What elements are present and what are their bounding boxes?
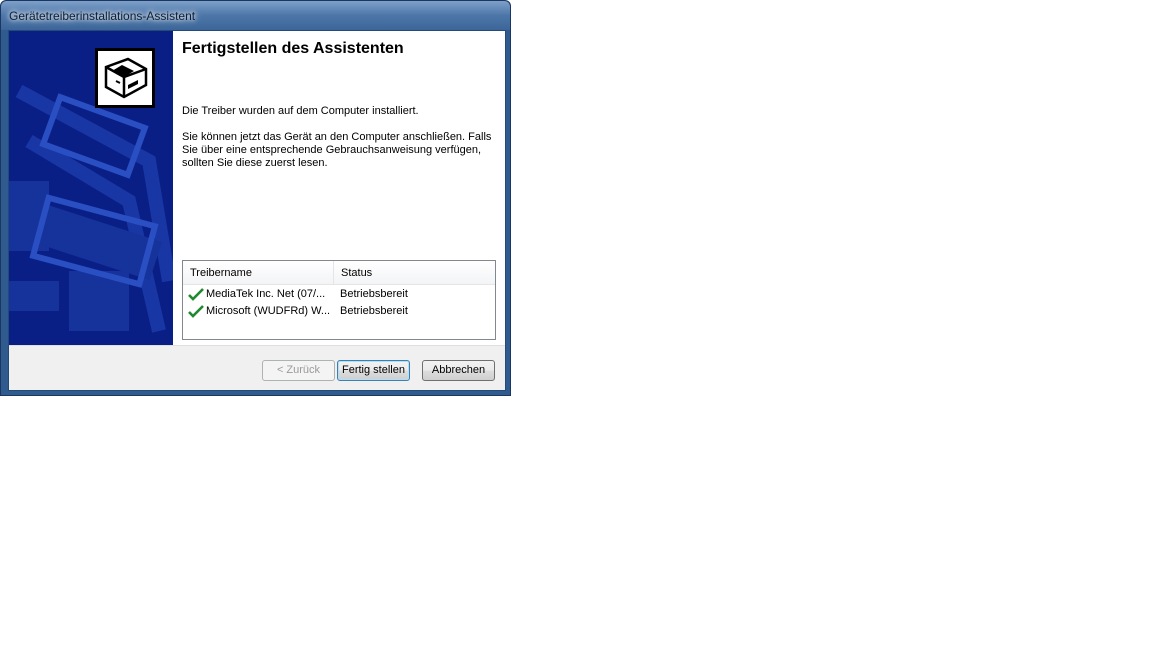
wizard-content: Fertigstellen des Assistenten Die Treibe… [173, 31, 505, 345]
button-separator [9, 345, 505, 346]
install-complete-text: Die Treiber wurden auf dem Computer inst… [182, 105, 419, 117]
window-title: Gerätetreiberinstallations-Assistent [9, 9, 196, 23]
driver-status: Betriebsbereit [340, 305, 408, 317]
page-title: Fertigstellen des Assistenten [182, 40, 404, 57]
driver-name: Microsoft (WUDFRd) W... [206, 305, 331, 317]
drivers-list-header: Treibername Status [183, 261, 495, 285]
green-check-icon [188, 288, 204, 301]
connect-device-text: Sie können jetzt das Gerät an den Comput… [182, 131, 492, 169]
drivers-list[interactable]: Treibername Status MediaTek Inc. Net (07… [182, 260, 496, 340]
table-row[interactable]: MediaTek Inc. Net (07/... Betriebsbereit [183, 286, 495, 303]
finish-button[interactable]: Fertig stellen [337, 360, 410, 381]
wizard-window: Gerätetreiberinstallations-Assistent Fer… [0, 0, 511, 396]
back-button[interactable]: < Zurück [262, 360, 335, 381]
hardware-drive-icon [95, 48, 155, 108]
wizard-side-panel [9, 31, 173, 345]
green-check-icon [188, 305, 204, 318]
title-bar[interactable]: Gerätetreiberinstallations-Assistent [1, 1, 510, 30]
cancel-button[interactable]: Abbrechen [422, 360, 495, 381]
column-header-status[interactable]: Status [334, 261, 495, 284]
driver-name: MediaTek Inc. Net (07/... [206, 288, 326, 300]
driver-status: Betriebsbereit [340, 288, 408, 300]
table-row[interactable]: Microsoft (WUDFRd) W... Betriebsbereit [183, 303, 495, 320]
wizard-client-area: Fertigstellen des Assistenten Die Treibe… [8, 30, 506, 391]
column-header-driver-name[interactable]: Treibername [183, 261, 334, 284]
